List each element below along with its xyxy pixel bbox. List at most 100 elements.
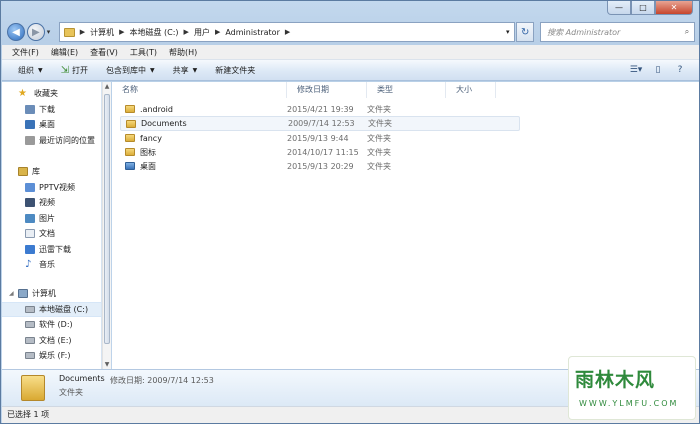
nav-item-downloads[interactable]: 下载 xyxy=(2,102,101,118)
breadcrumb-separator[interactable]: ▶ xyxy=(119,28,124,36)
breadcrumb-drive-c[interactable]: 本地磁盘 (C:) xyxy=(129,27,178,38)
nav-item-label: 视频 xyxy=(39,198,55,208)
file-date: 2009/7/14 12:53 xyxy=(288,119,355,128)
table-row-selected[interactable]: Documents 2009/7/14 12:53 文件夹 xyxy=(120,116,520,131)
address-bar[interactable]: ▶ 计算机 ▶ 本地磁盘 (C:) ▶ 用户 ▶ Administrator ▶… xyxy=(58,22,516,42)
star-icon: ★ xyxy=(18,87,27,99)
breadcrumb-separator[interactable]: ▶ xyxy=(80,28,85,36)
nav-item-videos[interactable]: 视频 xyxy=(2,195,101,211)
organize-label: 组织 xyxy=(18,65,34,75)
share-button[interactable]: 共享 ▼ xyxy=(173,65,198,76)
breadcrumb-users[interactable]: 用户 xyxy=(194,27,210,38)
column-header-date[interactable]: 修改日期 xyxy=(287,82,367,98)
expand-icon[interactable]: ◢ xyxy=(9,290,18,297)
close-button[interactable]: ✕ xyxy=(655,1,693,15)
preview-pane-icon[interactable]: ▯ xyxy=(649,63,667,77)
include-in-library-button[interactable]: 包含到库中 ▼ xyxy=(106,65,155,76)
drive-icon xyxy=(25,321,35,329)
breadcrumb-separator[interactable]: ▶ xyxy=(184,28,189,36)
file-name-cell: Documents xyxy=(121,119,288,128)
large-folder-icon xyxy=(21,375,45,401)
folder-icon xyxy=(125,105,135,113)
nav-item-drive-e[interactable]: 文档 (E:) xyxy=(2,333,101,349)
column-header-name[interactable]: 名称 xyxy=(112,82,287,98)
computer-group: ◢ 计算机 本地磁盘 (C:) 软件 (D:) 文档 (E:) 娱乐 (F:) xyxy=(2,286,101,364)
nav-item-label: 文档 (E:) xyxy=(39,335,72,345)
file-name-cell: .android xyxy=(120,105,287,114)
document-icon xyxy=(25,229,35,239)
nav-item-label: 音乐 xyxy=(39,260,55,270)
open-button[interactable]: ⇲ 打开 xyxy=(61,65,88,76)
nav-libraries[interactable]: 库 xyxy=(2,164,101,180)
nav-item-documents[interactable]: 文档 xyxy=(2,226,101,242)
table-row[interactable]: fancy 2015/9/13 9:44 文件夹 xyxy=(120,131,520,145)
nav-item-desktop[interactable]: 桌面 xyxy=(2,117,101,133)
menu-file[interactable]: 文件(F) xyxy=(12,47,39,58)
open-label: 打开 xyxy=(72,65,89,75)
search-input[interactable]: 搜索 Administrator ⌕ xyxy=(540,22,695,42)
file-type: 文件夹 xyxy=(367,147,391,157)
downloads-icon xyxy=(25,104,35,114)
breadcrumb-separator[interactable]: ▶ xyxy=(285,28,290,36)
nav-item-thunder-downloads[interactable]: 迅雷下载 xyxy=(2,242,101,258)
watermark-logo: 雨林木风 WWW.YLMFU.COM xyxy=(568,356,696,420)
scrollbar-thumb[interactable] xyxy=(104,94,110,344)
file-type: 文件夹 xyxy=(368,119,392,128)
maximize-button[interactable]: □ xyxy=(631,1,655,15)
nav-item-drive-f[interactable]: 娱乐 (F:) xyxy=(2,348,101,364)
table-row[interactable]: 桌面 2015/9/13 20:29 文件夹 xyxy=(120,159,520,173)
back-button[interactable]: ◀ xyxy=(7,23,25,41)
search-icon[interactable]: ⌕ xyxy=(680,23,694,41)
column-header-type[interactable]: 类型 xyxy=(367,82,446,98)
organize-button[interactable]: 组织 ▼ xyxy=(18,65,43,76)
breadcrumb-separator[interactable]: ▶ xyxy=(215,28,220,36)
nav-item-pptv-video[interactable]: PPTV视频 xyxy=(2,180,101,196)
nav-computer-label: 计算机 xyxy=(32,289,56,299)
scroll-up-icon[interactable]: ▲ xyxy=(103,82,111,91)
nav-libraries-label: 库 xyxy=(32,167,40,177)
nav-item-label: 娱乐 (F:) xyxy=(39,351,71,361)
file-name-cell: 桌面 xyxy=(120,161,287,172)
help-icon[interactable]: ? xyxy=(671,63,689,77)
table-row[interactable]: .android 2015/4/21 19:39 文件夹 xyxy=(120,102,520,116)
chevron-down-icon: ▼ xyxy=(192,66,198,74)
nav-favorites[interactable]: ★ 收藏夹 xyxy=(2,86,101,102)
file-list-pane: 名称 修改日期 类型 大小 .android 2015/4/21 19:39 文… xyxy=(112,82,699,369)
pptv-icon xyxy=(25,182,35,192)
libraries-group: 库 PPTV视频 视频 图片 文档 迅雷下载 ♪ 音乐 xyxy=(2,164,101,273)
folder-icon xyxy=(63,27,75,37)
column-header-size[interactable]: 大小 xyxy=(446,82,496,98)
file-type: 文件夹 xyxy=(367,104,391,114)
details-modified: 修改日期: 2009/7/14 12:53 xyxy=(110,376,214,385)
nav-item-recent-places[interactable]: 最近访问的位置 xyxy=(2,133,101,149)
address-history-dropdown[interactable]: ▾ xyxy=(500,23,514,41)
file-type: 文件夹 xyxy=(367,161,391,171)
breadcrumb-computer[interactable]: 计算机 xyxy=(90,27,114,38)
change-view-icon[interactable]: ☰▾ xyxy=(627,63,645,77)
menu-help[interactable]: 帮助(H) xyxy=(169,47,197,58)
library-icon xyxy=(18,167,28,177)
nav-item-music[interactable]: ♪ 音乐 xyxy=(2,257,101,273)
nav-item-drive-c[interactable]: 本地磁盘 (C:) xyxy=(2,301,101,317)
file-type: 文件夹 xyxy=(367,133,391,143)
desktop-icon xyxy=(25,120,35,130)
table-row[interactable]: 图标 2014/10/17 11:15 文件夹 xyxy=(120,145,520,159)
navigation-scrollbar[interactable]: ▲ ▼ xyxy=(102,82,111,369)
folder-icon xyxy=(126,119,136,128)
nav-item-pictures[interactable]: 图片 xyxy=(2,211,101,227)
thunder-icon xyxy=(25,244,35,254)
menu-edit[interactable]: 编辑(E) xyxy=(51,47,78,58)
recent-pages-dropdown[interactable]: ▾ xyxy=(47,28,55,36)
new-folder-button[interactable]: 新建文件夹 xyxy=(215,65,255,76)
refresh-button[interactable]: ↻ xyxy=(516,22,535,42)
minimize-button[interactable]: — xyxy=(607,1,631,15)
nav-item-label: 本地磁盘 (C:) xyxy=(39,304,89,314)
forward-button[interactable]: ▶ xyxy=(26,23,45,41)
breadcrumb-administrator[interactable]: Administrator xyxy=(225,28,280,37)
nav-item-label: PPTV视频 xyxy=(39,182,76,192)
nav-computer[interactable]: ◢ 计算机 xyxy=(2,286,101,302)
menu-tools[interactable]: 工具(T) xyxy=(130,47,157,58)
scroll-down-icon[interactable]: ▼ xyxy=(103,360,111,369)
nav-item-drive-d[interactable]: 软件 (D:) xyxy=(2,317,101,333)
menu-view[interactable]: 查看(V) xyxy=(90,47,118,58)
